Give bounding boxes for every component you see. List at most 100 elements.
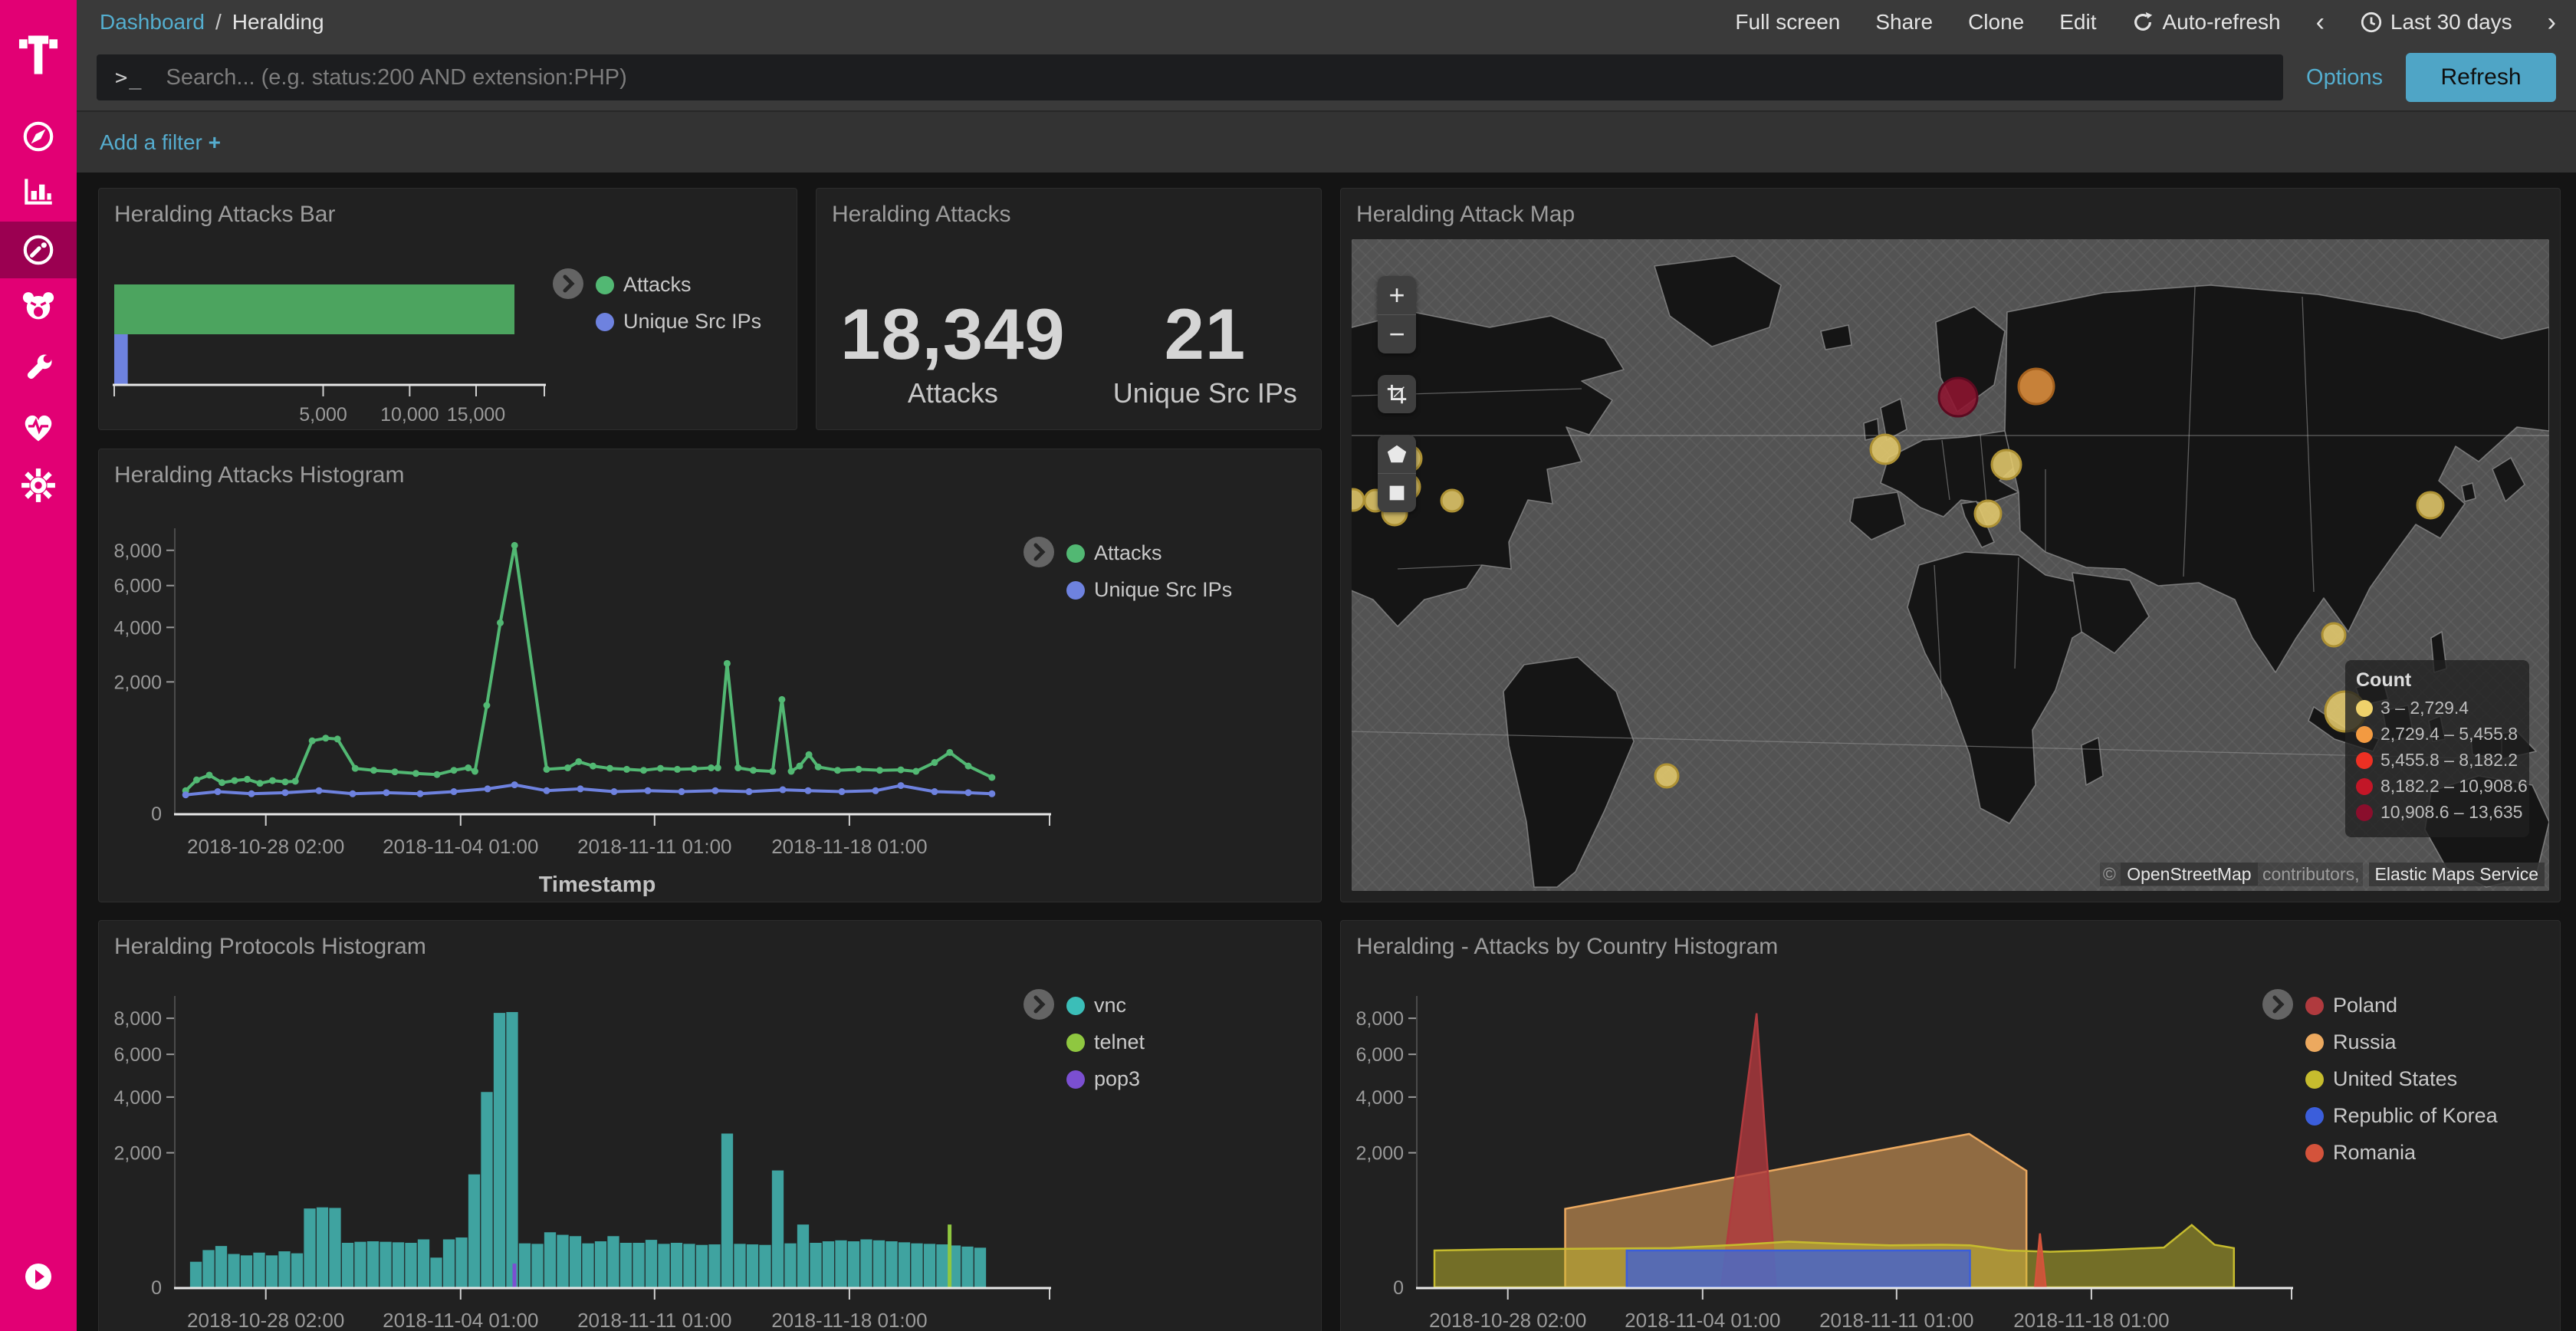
chevron-right-icon bbox=[1024, 537, 1054, 567]
osm-link[interactable]: OpenStreetMap bbox=[2121, 863, 2257, 886]
add-filter-link[interactable]: Add a filter + bbox=[100, 130, 221, 155]
legend-item-united-states[interactable]: United States bbox=[2305, 1067, 2498, 1091]
svg-text:6,000: 6,000 bbox=[113, 576, 162, 597]
panel-title: Heralding Protocols Histogram bbox=[99, 921, 1321, 960]
legend-label: Romania bbox=[2333, 1141, 2416, 1165]
svg-text:Timestamp: Timestamp bbox=[539, 873, 656, 897]
dashboard-actions: Full screen Share Clone Edit Auto-refresh ‹… bbox=[1735, 9, 2576, 35]
nav-full-screen[interactable]: Full screen bbox=[1735, 10, 1840, 35]
legend-item-russia[interactable]: Russia bbox=[2305, 1030, 2498, 1054]
legend-collapse-chevron[interactable] bbox=[1024, 989, 1054, 1020]
map-count-legend: Count 3 – 2,729.42,729.4 – 5,455.85,455.… bbox=[2345, 660, 2529, 837]
legend: Attacks Unique Src IPs bbox=[1066, 541, 1232, 602]
auto-refresh-button[interactable]: Auto-refresh bbox=[2131, 10, 2280, 35]
legend-color-dot bbox=[2305, 997, 2324, 1015]
legend-item-attacks[interactable]: Attacks bbox=[1066, 541, 1232, 565]
legend-item-unique-src-ips[interactable]: Unique Src IPs bbox=[596, 310, 761, 334]
attack-location-circle[interactable] bbox=[1441, 490, 1463, 511]
legend-collapse-chevron[interactable] bbox=[1024, 537, 1054, 567]
legend-item-unique-src-ips[interactable]: Unique Src IPs bbox=[1066, 578, 1232, 602]
legend-color-dot bbox=[596, 313, 614, 331]
sidebar-item-management[interactable] bbox=[0, 457, 77, 514]
sidebar-item-honeypot[interactable] bbox=[0, 278, 77, 334]
legend-label: Russia bbox=[2333, 1030, 2397, 1054]
attack-location-circle[interactable] bbox=[1352, 489, 1364, 511]
nav-share[interactable]: Share bbox=[1875, 10, 1933, 35]
attack-location-circle[interactable] bbox=[1992, 450, 2021, 479]
legend: Attacks Unique Src IPs bbox=[596, 273, 761, 334]
time-forward-button[interactable]: › bbox=[2548, 9, 2556, 35]
map-legend-range: 10,908.6 – 13,635 bbox=[2380, 802, 2522, 823]
metric: 21Unique Src IPs bbox=[1113, 293, 1297, 409]
sidebar-item-monitoring[interactable] bbox=[0, 399, 77, 455]
nav-edit[interactable]: Edit bbox=[2059, 10, 2096, 35]
map-legend-dot bbox=[2356, 726, 2373, 743]
legend-label: Unique Src IPs bbox=[1094, 578, 1232, 602]
legend-item-pop3[interactable]: pop3 bbox=[1066, 1067, 1145, 1091]
svg-text:2018-10-28 02:00: 2018-10-28 02:00 bbox=[187, 835, 344, 858]
map-legend-row: 8,182.2 – 10,908.6 bbox=[2356, 776, 2518, 797]
chevron-right-icon bbox=[1024, 989, 1054, 1020]
time-range-picker[interactable]: Last 30 days bbox=[2360, 10, 2512, 35]
legend: Poland Russia United States Republic of Kor… bbox=[2305, 994, 2498, 1165]
map-legend-dot bbox=[2356, 804, 2373, 821]
legend-label: Attacks bbox=[1094, 541, 1162, 565]
nav-clone[interactable]: Clone bbox=[1968, 10, 2024, 35]
map-fit-data-button[interactable] bbox=[1378, 375, 1416, 413]
attack-location-circle[interactable] bbox=[1655, 764, 1678, 787]
refresh-button[interactable]: Refresh bbox=[2406, 53, 2556, 102]
breadcrumb-current: Heralding bbox=[232, 10, 324, 35]
legend-collapse-chevron[interactable] bbox=[553, 268, 583, 299]
query-bar: >_ Options Refresh bbox=[77, 44, 2576, 110]
attack-location-circle[interactable] bbox=[1939, 378, 1977, 416]
sidebar-collapse-button[interactable] bbox=[0, 1248, 77, 1305]
map-legend-range: 2,729.4 – 5,455.8 bbox=[2380, 724, 2518, 744]
attack-location-circle[interactable] bbox=[1975, 501, 2001, 527]
panel-protocols-histogram: Heralding Protocols Histogram 02,0004,00… bbox=[98, 920, 1322, 1331]
tmobile-logo[interactable] bbox=[0, 17, 77, 87]
map-zoom-in-button[interactable]: + bbox=[1378, 276, 1416, 314]
sidebar-item-visualize[interactable] bbox=[0, 163, 77, 219]
sidebar-item-dashboard[interactable] bbox=[0, 222, 77, 278]
svg-text:6,000: 6,000 bbox=[113, 1044, 162, 1066]
sidebar-item-devtools[interactable] bbox=[0, 340, 77, 396]
attack-location-circle[interactable] bbox=[2019, 369, 2054, 404]
panel-attack-map: Heralding Attack Map bbox=[1340, 188, 2561, 902]
legend-collapse-chevron[interactable] bbox=[2262, 989, 2293, 1020]
map-legend-range: 8,182.2 – 10,908.6 bbox=[2380, 776, 2528, 797]
map-zoom-out-button[interactable]: − bbox=[1378, 314, 1416, 353]
time-back-button[interactable]: ‹ bbox=[2316, 9, 2325, 35]
svg-text:2018-11-04 01:00: 2018-11-04 01:00 bbox=[383, 835, 538, 858]
metric-value: 18,349 bbox=[840, 293, 1066, 376]
attack-location-circle[interactable] bbox=[1871, 435, 1900, 464]
svg-text:0: 0 bbox=[1393, 1277, 1404, 1299]
world-map[interactable]: + − bbox=[1352, 239, 2549, 891]
legend-item-vnc[interactable]: vnc bbox=[1066, 994, 1145, 1017]
legend-item-attacks[interactable]: Attacks bbox=[596, 273, 761, 297]
svg-text:2018-11-18 01:00: 2018-11-18 01:00 bbox=[771, 835, 927, 858]
attack-location-circle[interactable] bbox=[2322, 623, 2345, 646]
search-input[interactable] bbox=[165, 64, 2266, 91]
app-sidebar bbox=[0, 0, 77, 1331]
collapse-arrow-icon bbox=[21, 1259, 56, 1294]
svg-text:2018-11-04 01:00: 2018-11-04 01:00 bbox=[383, 1309, 538, 1331]
panel-attacks-metric: Heralding Attacks 18,349Attacks21Unique … bbox=[816, 188, 1322, 430]
legend-label: pop3 bbox=[1094, 1067, 1140, 1091]
legend-item-poland[interactable]: Poland bbox=[2305, 994, 2498, 1017]
legend-label: vnc bbox=[1094, 994, 1126, 1017]
legend-item-romania[interactable]: Romania bbox=[2305, 1141, 2498, 1165]
legend-color-dot bbox=[1066, 1034, 1085, 1052]
legend-item-telnet[interactable]: telnet bbox=[1066, 1030, 1145, 1054]
map-draw-polygon-button[interactable] bbox=[1378, 435, 1416, 473]
breadcrumb-dashboard-link[interactable]: Dashboard bbox=[100, 10, 205, 35]
legend-item-republic-of-korea[interactable]: Republic of Korea bbox=[2305, 1104, 2498, 1128]
sidebar-item-discover[interactable] bbox=[0, 108, 77, 165]
panel-title: Heralding Attacks Bar bbox=[99, 189, 797, 228]
map-draw-rectangle-button[interactable] bbox=[1378, 473, 1416, 512]
attack-location-circle[interactable] bbox=[2417, 492, 2443, 518]
panel-title: Heralding - Attacks by Country Histogram bbox=[1341, 921, 2560, 960]
options-link[interactable]: Options bbox=[2306, 65, 2383, 90]
elastic-maps-service-link[interactable]: Elastic Maps Service bbox=[2369, 863, 2545, 886]
svg-text:15,000: 15,000 bbox=[447, 404, 505, 426]
panel-title: Heralding Attacks Histogram bbox=[99, 449, 1321, 488]
